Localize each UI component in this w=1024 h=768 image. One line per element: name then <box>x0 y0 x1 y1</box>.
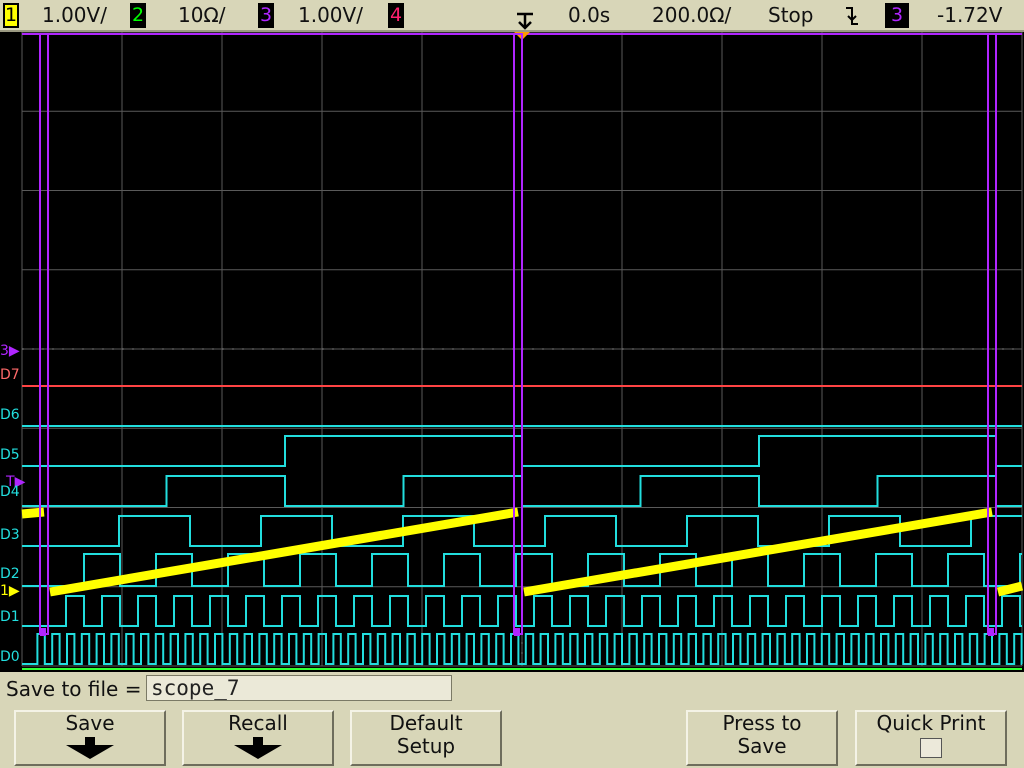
d0-label: D0 <box>0 649 20 665</box>
ch3-pulse-marker <box>988 628 994 636</box>
ch1-marker-arrow-icon: ▶ <box>8 583 20 599</box>
d1-label: D1 <box>0 609 20 625</box>
ch4-badge[interactable]: 4 <box>388 3 404 28</box>
d2-label: D2 <box>0 566 20 582</box>
default-setup-line1: Default <box>389 711 463 735</box>
default-setup-button[interactable]: Default Setup <box>350 710 502 766</box>
softkey-panel: Save to file = scope_7 Save Recall Defau… <box>0 672 1024 768</box>
trigger-position-icon <box>517 12 533 30</box>
press-to-save-line1: Press to <box>722 711 802 735</box>
ramp-trace-segment <box>49 507 519 597</box>
ch1-ground-marker[interactable]: 1▶ <box>0 584 20 598</box>
quick-print-button[interactable]: Quick Print <box>855 710 1007 766</box>
falling-edge-icon <box>846 7 858 25</box>
d4-label: D4 <box>0 484 20 500</box>
ch2-badge[interactable]: 2 <box>130 3 146 28</box>
ramp-trace-end <box>996 581 1024 597</box>
recall-button[interactable]: Recall <box>182 710 334 766</box>
d7-label: D7 <box>0 367 20 383</box>
save-button[interactable]: Save <box>14 710 166 766</box>
submenu-arrow-icon <box>184 737 332 759</box>
ch1-marker-label: 1 <box>0 583 9 599</box>
d5-label: D5 <box>0 447 20 463</box>
default-setup-line2: Setup <box>396 734 456 758</box>
status-bar: 1 1.00V/ 2 10Ω/ 3 1.00V/ 4 0.0s 200.0Ω/ … <box>0 0 1024 32</box>
ch3-pulse <box>987 33 997 635</box>
ch1-scale: 1.00V/ <box>42 3 107 27</box>
trigger-delay: 0.0s <box>568 3 611 27</box>
trigger-source-badge[interactable]: 3 <box>885 3 909 28</box>
ch2-scale: 10Ω/ <box>178 3 226 27</box>
ch3-ground-marker[interactable]: 3▶ <box>0 344 20 358</box>
filename-field[interactable]: scope_7 <box>146 675 452 701</box>
d6-label: D6 <box>0 407 20 423</box>
ch3-marker-label: 3 <box>0 343 9 359</box>
save-button-label: Save <box>65 711 115 735</box>
waveform-canvas <box>21 32 1024 670</box>
ch3-pulse-marker <box>40 628 46 636</box>
ch3-scale: 1.00V/ <box>298 3 363 27</box>
d3-label: D3 <box>0 527 20 543</box>
timebase-scale: 200.0Ω/ <box>652 3 732 27</box>
run-state: Stop <box>768 3 814 27</box>
trigger-level: -1.72V <box>937 3 1003 27</box>
ch1-badge[interactable]: 1 <box>3 3 19 28</box>
press-to-save-line2: Save <box>737 734 787 758</box>
ch3-badge[interactable]: 3 <box>258 3 274 28</box>
recall-button-label: Recall <box>228 711 288 735</box>
quick-print-checkbox[interactable] <box>920 738 942 758</box>
ch3-pulse-marker <box>514 628 520 636</box>
press-to-save-button[interactable]: Press to Save <box>686 710 838 766</box>
waveform-display[interactable]: 3▶ D7 D6 D5 T▶ D4 D3 D2 1▶ D1 D0 <box>0 32 1024 672</box>
ch3-pulse <box>39 33 49 635</box>
ch3-marker-arrow-icon: ▶ <box>8 343 20 359</box>
save-to-file-label: Save to file = <box>6 677 142 701</box>
submenu-arrow-icon <box>16 737 164 759</box>
ch3-pulse <box>513 33 523 635</box>
quick-print-label: Quick Print <box>876 711 986 735</box>
